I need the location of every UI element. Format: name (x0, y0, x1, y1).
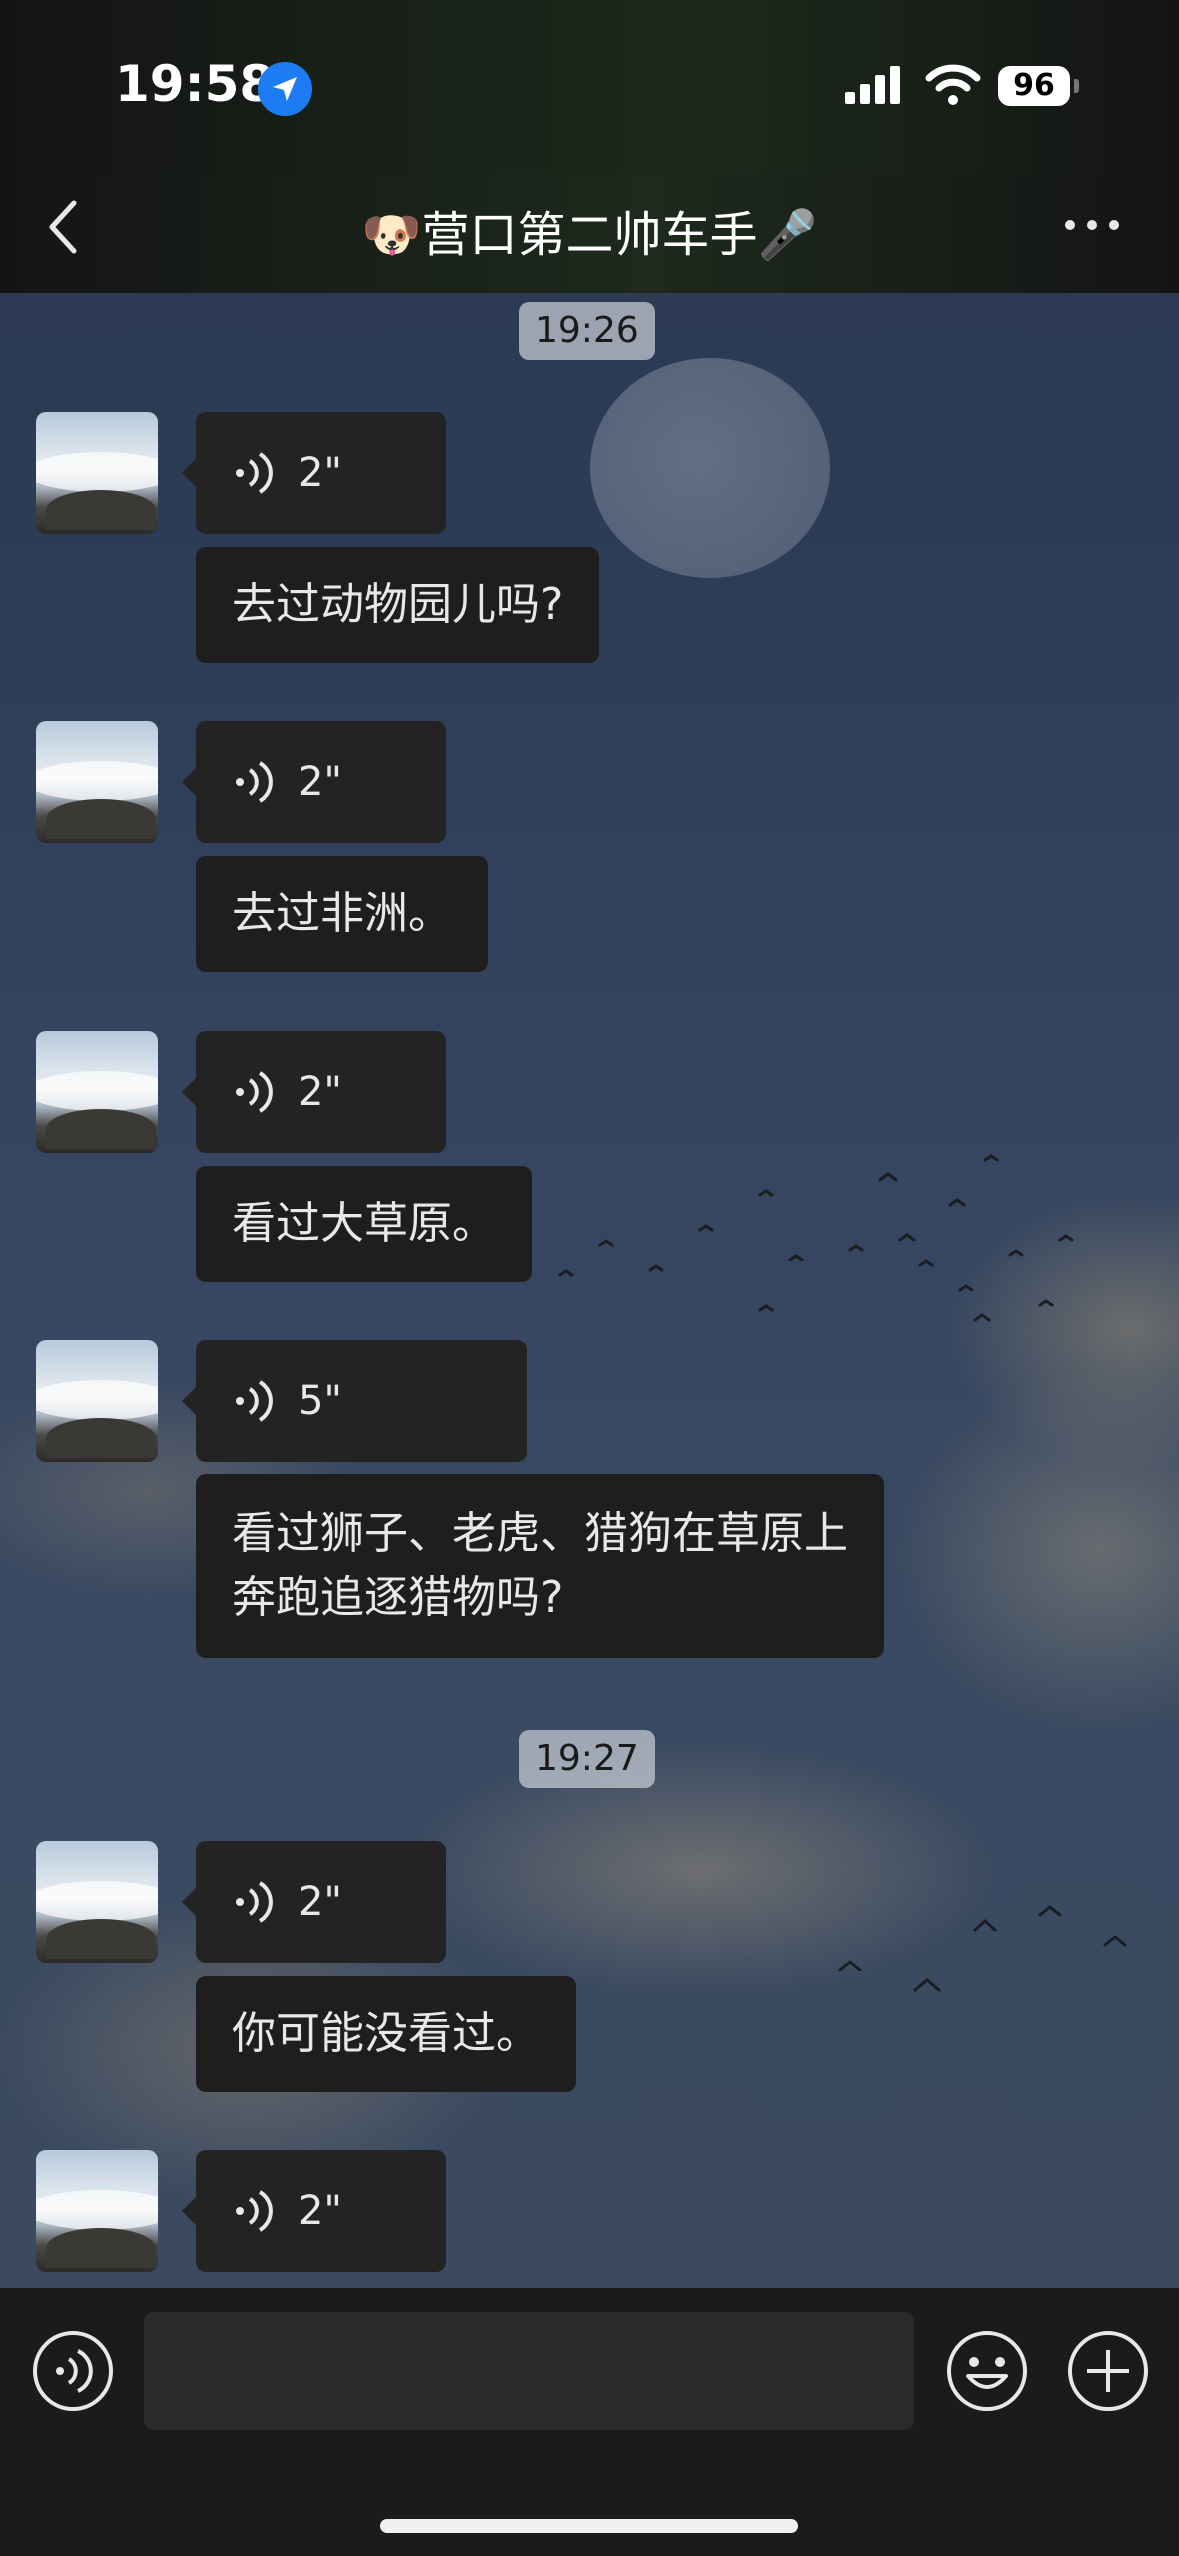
message-text[interactable]: 你可能没看过。 (196, 1976, 576, 2092)
emoji-icon[interactable] (944, 2328, 1030, 2414)
avatar[interactable] (36, 1340, 158, 1462)
battery-tip (1074, 79, 1079, 93)
voice-duration: 2" (298, 1879, 342, 1925)
voice-message-bubble[interactable]: 2" (182, 1031, 446, 1153)
avatar[interactable] (36, 1031, 158, 1153)
battery-icon: 96 (998, 66, 1070, 106)
voice-message-bubble[interactable]: 2" (182, 2150, 446, 2272)
timestamp: 19:27 (519, 1730, 655, 1788)
plus-icon[interactable] (1065, 2328, 1151, 2414)
voice-wave-icon (236, 2190, 273, 2232)
background-birds (558, 1154, 1127, 1992)
voice-message-bubble[interactable]: 2" (182, 721, 446, 843)
message-input[interactable] (144, 2312, 914, 2430)
home-indicator[interactable] (380, 2519, 798, 2533)
message-text-line: 看过狮子、老虎、猎狗在草原上 (232, 1508, 848, 1559)
timestamp: 19:26 (519, 302, 655, 360)
chat-title: 🐶营口第二帅车手🎤 (361, 207, 818, 263)
avatar[interactable] (36, 721, 158, 843)
message-text[interactable]: 看过狮子、老虎、猎狗在草原上 奔跑追逐猎物吗? (196, 1474, 884, 1658)
message-text[interactable]: 去过动物园儿吗? (196, 547, 600, 663)
voice-duration: 2" (298, 1069, 342, 1115)
message-text-line: 奔跑追逐猎物吗? (232, 1572, 564, 1623)
voice-duration: 2" (298, 759, 342, 805)
voice-input-icon[interactable] (30, 2328, 116, 2414)
avatar[interactable] (36, 1841, 158, 1963)
location-icon (258, 62, 312, 116)
voice-wave-icon (236, 1071, 273, 1113)
message-text[interactable]: 看过大草原。 (196, 1166, 532, 1282)
voice-wave-icon (236, 452, 273, 494)
voice-message-bubble[interactable]: 5" (182, 1340, 527, 1462)
voice-wave-icon (236, 761, 273, 803)
voice-message-bubble[interactable]: 2" (182, 1841, 446, 1963)
wifi-icon (925, 64, 981, 105)
chat-background (0, 0, 1179, 2556)
avatar[interactable] (36, 2150, 158, 2272)
voice-duration: 5" (298, 1378, 342, 1424)
status-time: 19:58 (115, 55, 275, 113)
voice-message-bubble[interactable]: 2" (182, 412, 446, 534)
voice-duration: 2" (298, 450, 342, 496)
more-dots-icon[interactable] (1062, 215, 1122, 235)
voice-wave-icon (236, 1881, 273, 1923)
voice-wave-icon (236, 1380, 273, 1422)
avatar[interactable] (36, 412, 158, 534)
status-bar: 19:58 96 (0, 0, 1179, 175)
message-text[interactable]: 去过非洲。 (196, 856, 488, 972)
voice-duration: 2" (298, 2188, 342, 2234)
signal-icon (845, 66, 900, 104)
